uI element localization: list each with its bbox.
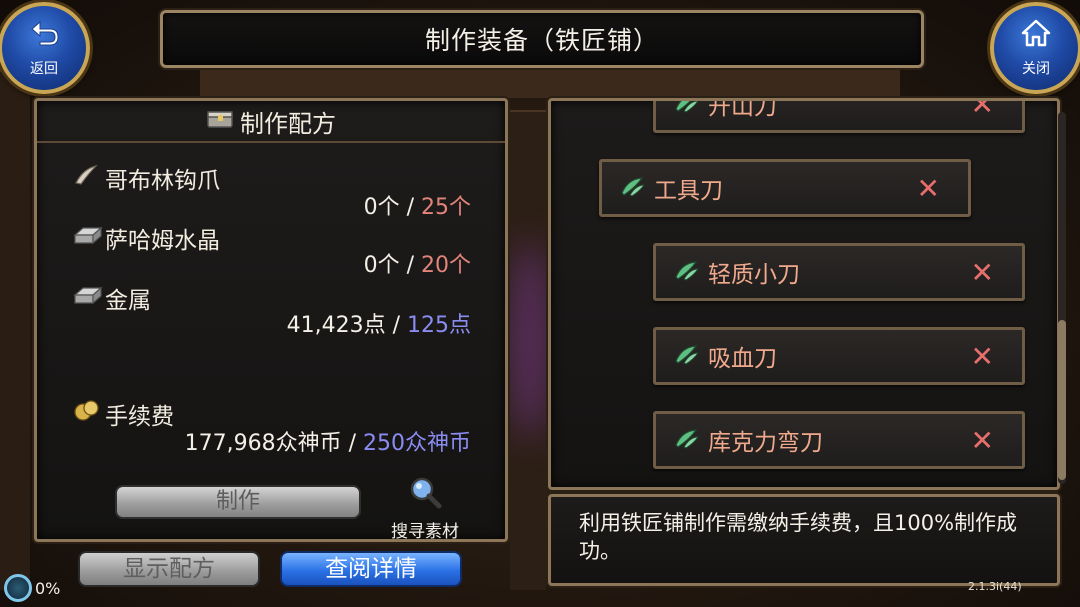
leaf-icon bbox=[674, 101, 708, 118]
item-row[interactable]: 吸血刀 ✕ bbox=[653, 327, 1025, 385]
claw-icon bbox=[73, 163, 105, 193]
cannot-craft-x-icon: ✕ bbox=[970, 98, 994, 121]
quantity-separator: / bbox=[392, 313, 407, 338]
fee-have: 177,968众神币 bbox=[184, 431, 342, 456]
ingot-icon bbox=[73, 283, 105, 313]
item-name: 吸血刀 bbox=[708, 346, 777, 372]
recipe-panel: 制作配方 哥布林钩爪 0个 / 25个 萨哈姆水晶 0个 / 20个 金属 41… bbox=[34, 98, 508, 542]
background-glow bbox=[512, 240, 548, 440]
item-list-panel: 开山刀 ✕ 工具刀 ✕ 轻质小刀 ✕ 吸血刀 ✕ 库克力弯刀 ✕ bbox=[548, 98, 1060, 490]
material-need: 25个 bbox=[421, 195, 471, 220]
material-have: 0个 bbox=[363, 195, 400, 220]
material-have: 0个 bbox=[363, 253, 400, 278]
leaf-icon bbox=[674, 259, 708, 286]
scrollbar-thumb[interactable] bbox=[1058, 320, 1066, 480]
material-row: 哥布林钩爪 bbox=[73, 161, 220, 195]
material-quantity: 0个 / 20个 bbox=[364, 247, 471, 279]
item-list-scrollbar[interactable] bbox=[1058, 112, 1066, 484]
leaf-icon bbox=[674, 427, 708, 454]
home-icon bbox=[1020, 18, 1052, 54]
recipe-chest-icon bbox=[206, 106, 234, 136]
quantity-separator: / bbox=[406, 195, 421, 220]
return-arrow-icon bbox=[28, 18, 60, 54]
material-have: 41,423点 bbox=[286, 313, 386, 338]
recipe-panel-title: 制作配方 bbox=[240, 109, 336, 138]
material-quantity: 0个 / 25个 bbox=[364, 189, 471, 221]
back-label: 返回 bbox=[30, 61, 58, 77]
material-name: 哥布林钩爪 bbox=[105, 168, 220, 194]
leaf-icon bbox=[620, 175, 654, 202]
item-name: 工具刀 bbox=[654, 178, 723, 204]
coin-icon bbox=[73, 398, 105, 430]
background-shelf bbox=[200, 64, 900, 98]
item-name: 库克力弯刀 bbox=[708, 430, 823, 456]
item-row[interactable]: 工具刀 ✕ bbox=[599, 159, 971, 217]
fee-row: 手续费 bbox=[73, 397, 174, 431]
page-title: 制作装备（铁匠铺） bbox=[424, 26, 659, 55]
material-row: 萨哈姆水晶 bbox=[73, 221, 220, 255]
fee-quantity: 177,968众神币 / 250众神币 bbox=[185, 425, 471, 457]
item-name: 轻质小刀 bbox=[708, 262, 800, 288]
item-name: 开山刀 bbox=[708, 98, 777, 120]
material-quantity: 41,423点 / 125点 bbox=[287, 307, 471, 339]
fee-name: 手续费 bbox=[105, 404, 174, 430]
search-material-label: 搜寻素材 bbox=[391, 522, 459, 542]
make-button[interactable]: 制作 bbox=[115, 485, 361, 519]
material-row: 金属 bbox=[73, 281, 151, 315]
quantity-separator: / bbox=[406, 253, 421, 278]
progress-indicator: 0% bbox=[4, 574, 60, 602]
item-row[interactable]: 开山刀 ✕ bbox=[653, 98, 1025, 133]
ingot-icon bbox=[73, 223, 105, 253]
close-label: 关闭 bbox=[1022, 61, 1050, 77]
back-button[interactable]: 返回 bbox=[0, 2, 90, 94]
recipe-panel-header: 制作配方 bbox=[37, 101, 505, 143]
item-row[interactable]: 库克力弯刀 ✕ bbox=[653, 411, 1025, 469]
progress-ring-icon bbox=[4, 574, 32, 602]
info-text: 利用铁匠铺制作需缴纳手续费，且100%制作成功。 bbox=[579, 511, 1018, 563]
material-need: 125点 bbox=[407, 313, 471, 338]
search-material-button[interactable]: 搜寻素材 bbox=[385, 475, 465, 542]
cannot-craft-x-icon: ✕ bbox=[970, 423, 994, 457]
quantity-separator: / bbox=[348, 431, 363, 456]
version-label: 2.1.3i(44) bbox=[968, 580, 1022, 593]
title-bar: 制作装备（铁匠铺） bbox=[160, 10, 924, 68]
cannot-craft-x-icon: ✕ bbox=[970, 255, 994, 289]
material-name: 金属 bbox=[105, 288, 151, 314]
close-button[interactable]: 关闭 bbox=[990, 2, 1080, 94]
material-name: 萨哈姆水晶 bbox=[105, 228, 220, 254]
fee-need: 250众神币 bbox=[363, 431, 471, 456]
leaf-icon bbox=[674, 343, 708, 370]
background-shelf bbox=[0, 70, 30, 590]
cannot-craft-x-icon: ✕ bbox=[916, 171, 940, 205]
cannot-craft-x-icon: ✕ bbox=[970, 339, 994, 373]
magnifier-icon bbox=[408, 475, 442, 517]
view-detail-button[interactable]: 查阅详情 bbox=[280, 551, 462, 587]
item-row[interactable]: 轻质小刀 ✕ bbox=[653, 243, 1025, 301]
info-box: 利用铁匠铺制作需缴纳手续费，且100%制作成功。 bbox=[548, 494, 1060, 586]
material-need: 20个 bbox=[421, 253, 471, 278]
show-recipe-button[interactable]: 显示配方 bbox=[78, 551, 260, 587]
progress-text: 0% bbox=[35, 578, 61, 598]
